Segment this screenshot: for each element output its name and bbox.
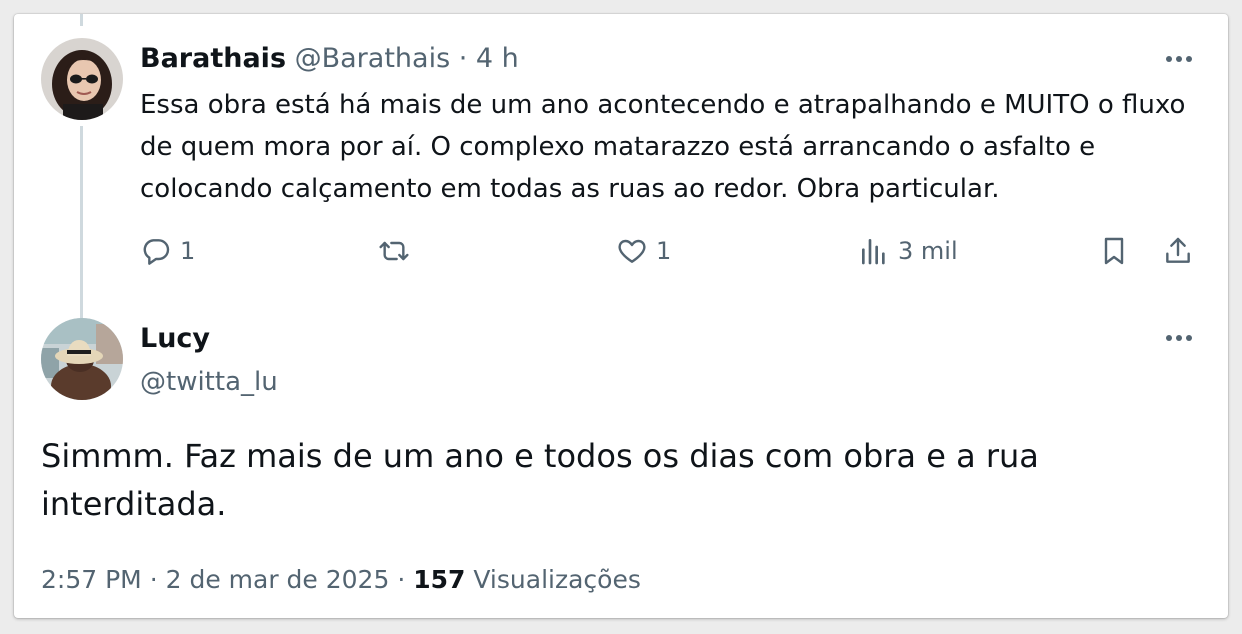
tweet-meta: 2:57 PM · 2 de mar de 2025 · 157 Visuali… xyxy=(41,562,641,598)
tweet-actions: 1 1 3 mil xyxy=(140,230,1202,272)
tweet-time[interactable]: 4 h xyxy=(476,43,519,74)
thread-connector xyxy=(80,126,83,322)
more-horizontal-icon[interactable] xyxy=(1159,49,1199,69)
retweet-icon xyxy=(378,235,410,267)
tweet-card: Barathais @Barathais · 4 h Essa obra est… xyxy=(14,14,1228,618)
user-handle[interactable]: @twitta_lu xyxy=(140,364,278,400)
views-button[interactable]: 3 mil xyxy=(858,230,958,272)
heart-icon xyxy=(616,235,648,267)
analytics-icon xyxy=(858,235,890,267)
view-count: 3 mil xyxy=(898,237,958,265)
thread-connector-top xyxy=(80,14,83,26)
tweet-header: Barathais @Barathais · 4 h xyxy=(140,41,519,77)
reply-button[interactable]: 1 xyxy=(140,230,195,272)
display-name[interactable]: Lucy xyxy=(140,321,210,357)
more-horizontal-icon[interactable] xyxy=(1159,328,1199,348)
share-button[interactable] xyxy=(1162,230,1194,272)
tweet-text: Simmm. Faz mais de um ano e todos os dia… xyxy=(41,437,1039,523)
retweet-button[interactable] xyxy=(378,230,418,272)
bookmark-icon xyxy=(1098,235,1130,267)
separator-dot: · xyxy=(458,43,468,74)
bookmark-button[interactable] xyxy=(1098,230,1130,272)
reply-count: 1 xyxy=(180,237,196,265)
avatar[interactable] xyxy=(41,38,123,120)
separator-dot: · xyxy=(149,565,158,594)
tweet-text: Essa obra está há mais de um ano acontec… xyxy=(140,90,1186,204)
avatar[interactable] xyxy=(41,318,123,400)
view-count[interactable]: 157 xyxy=(413,565,465,594)
separator-dot: · xyxy=(397,565,406,594)
reply-icon xyxy=(140,235,172,267)
tweet-date[interactable]: 2 de mar de 2025 xyxy=(166,565,390,594)
share-icon xyxy=(1162,235,1194,267)
like-count: 1 xyxy=(656,237,672,265)
user-handle[interactable]: @Barathais xyxy=(295,43,451,74)
views-label[interactable]: Visualizações xyxy=(473,565,640,594)
display-name[interactable]: Barathais xyxy=(140,43,286,74)
like-button[interactable]: 1 xyxy=(616,230,671,272)
tweet-time[interactable]: 2:57 PM xyxy=(41,565,142,594)
